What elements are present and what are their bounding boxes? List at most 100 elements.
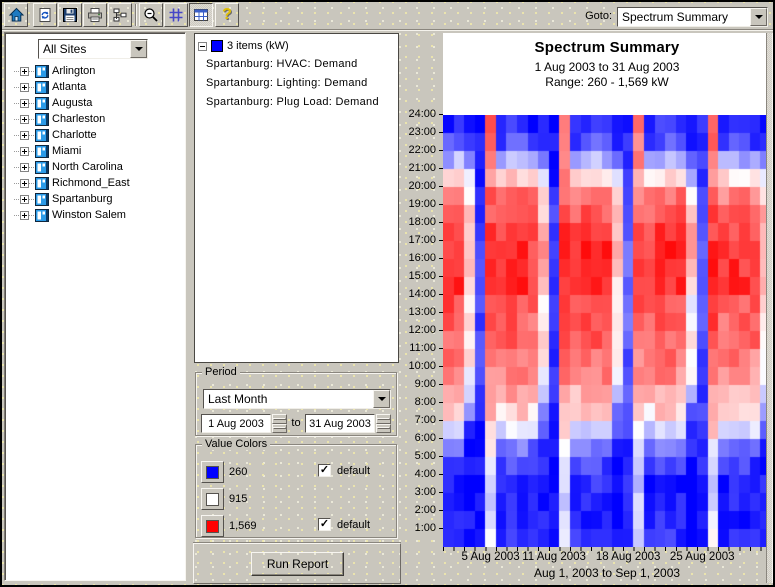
site-name[interactable]: North Carolina <box>52 161 123 173</box>
building-icon <box>35 161 49 174</box>
expand-plus-icon[interactable] <box>20 83 29 92</box>
default-checkbox-label: default <box>337 519 370 531</box>
color-stop-button[interactable] <box>201 515 224 537</box>
period-preset-combobox[interactable]: Last Month <box>203 389 391 409</box>
site-name[interactable]: Charlotte <box>52 129 97 141</box>
y-axis-tick-label: 8:00 <box>400 396 436 408</box>
site-name[interactable]: Augusta <box>52 97 92 109</box>
period-start-spinner[interactable]: 1 Aug 2003 <box>201 414 287 433</box>
color-stop-swatch <box>206 466 219 479</box>
period-group-label: Period <box>202 366 240 378</box>
y-axis-tick <box>439 258 443 259</box>
expand-plus-icon[interactable] <box>20 115 29 124</box>
spin-down-icon[interactable] <box>272 424 287 434</box>
building-icon <box>35 193 49 206</box>
legend-item[interactable]: Spartanburg: Lighting: Demand <box>206 77 368 89</box>
tree-site-row[interactable]: Charleston <box>5 111 183 127</box>
site-name[interactable]: Richmond_East <box>52 177 130 189</box>
zoom-out-button[interactable] <box>139 3 163 27</box>
chevron-down-icon <box>755 15 763 19</box>
period-preset-value: Last Month <box>208 392 373 406</box>
home-icon <box>8 7 25 23</box>
y-axis-tick-label: 12:00 <box>400 324 436 336</box>
tree-site-row[interactable]: Richmond_East <box>5 175 183 191</box>
y-axis-tick-label: 11:00 <box>400 342 436 354</box>
expand-plus-icon[interactable] <box>20 147 29 156</box>
color-stop-swatch <box>206 520 219 533</box>
default-checkbox-label: default <box>337 465 370 477</box>
expand-plus-icon[interactable] <box>20 195 29 204</box>
site-name[interactable]: Atlanta <box>52 81 86 93</box>
period-start-value[interactable]: 1 Aug 2003 <box>201 414 271 433</box>
chart-range-label: Range: 260 - 1,569 kW <box>443 75 771 89</box>
site-name[interactable]: Miami <box>52 145 81 157</box>
y-axis-tick <box>439 384 443 385</box>
tree-site-row[interactable]: Arlington <box>5 63 183 79</box>
y-axis-tick-label: 18:00 <box>400 216 436 228</box>
home-button[interactable] <box>4 3 28 27</box>
sites-filter-arrow[interactable] <box>130 40 147 58</box>
goto-combobox-arrow[interactable] <box>750 8 767 26</box>
tree-connector <box>14 87 19 88</box>
tree-site-row[interactable]: Augusta <box>5 95 183 111</box>
collapse-minus-icon[interactable] <box>198 42 207 51</box>
period-end-spinner[interactable]: 31 Aug 2003 <box>305 414 391 433</box>
spin-up-icon[interactable] <box>376 414 391 424</box>
default-checkbox[interactable]: ✓ <box>318 518 331 531</box>
refresh-icon <box>37 7 53 23</box>
period-end-value[interactable]: 31 Aug 2003 <box>305 414 375 433</box>
expand-plus-icon[interactable] <box>20 163 29 172</box>
color-stop-button[interactable] <box>201 488 224 510</box>
tree-connector <box>14 199 19 200</box>
legend-header: 3 items (kW) <box>198 40 289 52</box>
expand-plus-icon[interactable] <box>20 179 29 188</box>
goto-combobox[interactable]: Spectrum Summary <box>617 7 768 27</box>
site-name[interactable]: Spartanburg <box>52 193 113 205</box>
tree-site-row[interactable]: North Carolina <box>5 159 183 175</box>
expand-plus-icon[interactable] <box>20 67 29 76</box>
expand-plus-icon[interactable] <box>20 131 29 140</box>
save-button[interactable] <box>58 3 82 27</box>
y-axis-tick-label: 5:00 <box>400 450 436 462</box>
y-axis-tick <box>439 276 443 277</box>
color-stop-swatch <box>206 493 219 506</box>
expand-plus-icon[interactable] <box>20 99 29 108</box>
y-axis-tick <box>439 348 443 349</box>
sites-filter-combobox[interactable]: All Sites <box>38 39 148 59</box>
tree-site-row[interactable]: Winston Salem <box>5 207 183 223</box>
legend-header-label: 3 items (kW) <box>227 40 289 52</box>
tree-site-row[interactable]: Charlotte <box>5 127 183 143</box>
site-name[interactable]: Winston Salem <box>52 209 126 221</box>
tree-site-row[interactable]: Spartanburg <box>5 191 183 207</box>
run-report-button[interactable]: Run Report <box>251 552 344 576</box>
y-axis-tick-label: 19:00 <box>400 198 436 210</box>
print-button[interactable] <box>83 3 107 27</box>
default-checkbox[interactable]: ✓ <box>318 464 331 477</box>
building-icon <box>35 113 49 126</box>
grid-button[interactable] <box>164 3 188 27</box>
spin-up-icon[interactable] <box>272 414 287 424</box>
y-axis-tick-label: 15:00 <box>400 270 436 282</box>
site-name[interactable]: Arlington <box>52 65 95 77</box>
building-icon <box>35 113 49 126</box>
period-preset-arrow[interactable] <box>373 390 390 408</box>
spin-down-icon[interactable] <box>376 424 391 434</box>
help-button[interactable]: ? <box>215 3 239 27</box>
color-stop-button[interactable] <box>201 461 224 483</box>
building-icon <box>35 129 49 142</box>
site-name[interactable]: Charleston <box>52 113 105 125</box>
legend-item[interactable]: Spartanburg: HVAC: Demand <box>206 58 358 70</box>
expand-plus-icon[interactable] <box>20 211 29 220</box>
chart-subtitle: 1 Aug 2003 to 31 Aug 2003 <box>443 60 771 74</box>
legend-item[interactable]: Spartanburg: Plug Load: Demand <box>206 96 379 108</box>
y-axis-tick-label: 3:00 <box>400 486 436 498</box>
period-group: Period Last Month 1 Aug 2003 to 31 Aug 2… <box>195 372 397 436</box>
tree-connector <box>14 183 19 184</box>
tree-site-row[interactable]: Miami <box>5 143 183 159</box>
y-axis-tick <box>439 492 443 493</box>
refresh-button[interactable] <box>33 3 57 27</box>
table-button[interactable] <box>189 3 213 27</box>
tree-connector <box>29 87 34 88</box>
tree-site-row[interactable]: Atlanta <box>5 79 183 95</box>
site-tree-button[interactable] <box>108 3 132 27</box>
